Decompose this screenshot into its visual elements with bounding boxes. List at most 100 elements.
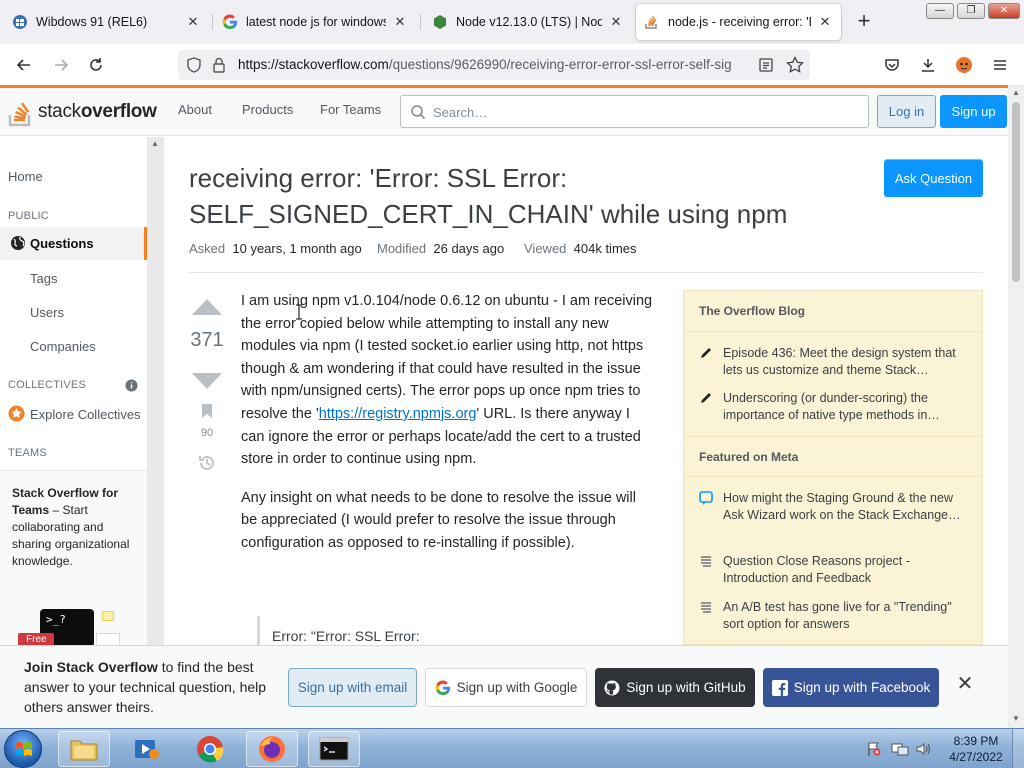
sidebar-scrollbar[interactable]: ▲	[147, 137, 164, 645]
extension-fox-icon[interactable]	[952, 53, 976, 77]
bookmark-star-icon[interactable]	[786, 55, 804, 77]
start-button[interactable]	[4, 730, 42, 768]
tray-network-icon[interactable]	[891, 741, 909, 757]
blog-item[interactable]: Episode 436: Meet the design system that…	[699, 345, 974, 379]
reader-view-icon[interactable]	[758, 57, 774, 76]
close-tab-icon[interactable]: ✕	[185, 14, 201, 30]
registry-link[interactable]: https://registry.npmjs.org	[319, 406, 477, 422]
close-tab-icon[interactable]: ✕	[392, 14, 408, 30]
tray-flag-icon[interactable]	[866, 741, 882, 757]
minimize-button[interactable]: —	[926, 3, 954, 19]
browser-tab-bar: Wibdows 91 (REL6) ✕ latest node js for w…	[0, 0, 1024, 44]
signup-email-button[interactable]: Sign up with email	[288, 668, 417, 707]
taskbar-clock[interactable]: 8:39 PM 4/27/2022	[943, 733, 1009, 765]
taskbar-media-player[interactable]	[120, 731, 172, 767]
stackoverflow-logo[interactable]: stackoverflow	[8, 96, 157, 128]
tray-volume-icon[interactable]	[915, 741, 931, 757]
taskbar-chrome[interactable]	[184, 731, 236, 767]
title-divider	[189, 272, 983, 273]
sidebar-item-users[interactable]: Users	[30, 305, 64, 320]
bookmark-icon[interactable]	[201, 403, 213, 422]
search-input[interactable]: Search…	[400, 95, 869, 128]
taskbar-explorer[interactable]	[58, 731, 110, 767]
site-header: stackoverflow About Products For Teams S…	[0, 88, 1008, 136]
search-placeholder: Search…	[433, 105, 488, 120]
meta-item[interactable]: How might the Staging Ground & the new A…	[699, 490, 974, 524]
sidebar-item-home[interactable]: Home	[8, 169, 43, 184]
asked-meta: Asked 10 years, 1 month ago	[189, 241, 362, 256]
folder-icon	[70, 740, 98, 761]
tab-wibdows[interactable]: Wibdows 91 (REL6) ✕	[4, 4, 209, 40]
stack-exchange-icon	[699, 600, 715, 616]
left-sidebar: Home PUBLIC Questions Tags Users Compani…	[0, 137, 164, 647]
forward-icon[interactable]	[49, 53, 73, 77]
windows-taskbar: 8:39 PM 4/27/2022	[0, 728, 1024, 768]
text-cursor-icon	[296, 304, 302, 320]
downvote-icon[interactable]	[190, 371, 224, 394]
sidebar-item-companies[interactable]: Companies	[30, 339, 96, 354]
url-bar[interactable]: https://stackoverflow.com/questions/9626…	[178, 50, 810, 80]
bookmark-count: 90	[200, 427, 214, 439]
firefox-icon	[259, 736, 285, 762]
banner-message: Join Stack Overflow to find the best ans…	[24, 659, 267, 715]
sidebar-widget: The Overflow Blog Episode 436: Meet the …	[683, 290, 983, 645]
ask-question-button[interactable]: Ask Question	[884, 159, 983, 197]
tab-google-search[interactable]: latest node js for windows 7 ✕	[214, 4, 416, 40]
nav-for-teams[interactable]: For Teams	[320, 102, 381, 117]
maximize-button[interactable]: ❐	[957, 3, 985, 19]
tracking-shield-icon[interactable]	[186, 57, 202, 76]
free-badge: Free	[26, 634, 47, 645]
signup-github-button[interactable]: Sign up with GitHub	[595, 668, 755, 707]
meta-item[interactable]: Question Close Reasons project - Introdu…	[699, 553, 974, 587]
history-icon[interactable]	[197, 453, 217, 476]
downloads-icon[interactable]	[916, 53, 940, 77]
close-tab-icon[interactable]: ✕	[817, 14, 833, 30]
taskbar-firefox[interactable]	[246, 731, 298, 767]
question-body: I am using npm v1.0.104/node 0.6.12 on u…	[241, 290, 653, 571]
nav-products[interactable]: Products	[242, 102, 293, 117]
globe-icon	[10, 235, 26, 254]
teams-illustration: >_? Free	[18, 607, 122, 647]
close-window-button[interactable]: ✕	[988, 3, 1020, 19]
blog-item[interactable]: Underscoring (or dunder-scoring) the imp…	[699, 390, 974, 424]
scrollbar-thumb[interactable]	[1012, 102, 1020, 282]
pocket-icon[interactable]	[880, 53, 904, 77]
back-icon[interactable]	[12, 53, 36, 77]
close-banner-icon[interactable]: ✕	[955, 674, 975, 694]
clock-date: 4/27/2022	[949, 750, 1003, 764]
sidebar-caption-teams: TEAMS	[8, 447, 47, 459]
modified-meta: Modified 26 days ago	[377, 241, 505, 256]
url-text[interactable]: https://stackoverflow.com/questions/9626…	[238, 57, 753, 72]
question-title[interactable]: receiving error: 'Error: SSL Error: SELF…	[189, 160, 819, 232]
upvote-icon[interactable]	[190, 297, 224, 320]
close-tab-icon[interactable]: ✕	[608, 14, 624, 30]
page-scrollbar[interactable]: ▲ ▼	[1008, 86, 1024, 728]
reload-icon[interactable]	[84, 53, 108, 77]
tab-nodejs[interactable]: Node v12.13.0 (LTS) | Node.js ✕	[424, 4, 632, 40]
sidebar-item-explore-collectives[interactable]: Explore Collectives	[30, 407, 141, 422]
signup-facebook-button[interactable]: Sign up with Facebook	[763, 668, 939, 707]
tab-stackoverflow-active[interactable]: node.js - receiving error: 'Error ✕	[636, 4, 841, 40]
nav-about[interactable]: About	[178, 102, 212, 117]
sidebar-item-tags[interactable]: Tags	[30, 271, 57, 286]
signup-banner: Join Stack Overflow to find the best ans…	[0, 645, 1008, 728]
post-paragraph: Any insight on what needs to be done to …	[241, 489, 636, 551]
login-button[interactable]: Log in	[877, 95, 936, 128]
taskbar-cmd[interactable]	[308, 731, 360, 767]
logo-text: stackoverflow	[38, 101, 157, 122]
stackoverflow-logo-icon	[8, 102, 31, 127]
menu-hamburger-icon[interactable]	[988, 53, 1012, 77]
modified-link[interactable]: 26 days ago	[433, 241, 504, 256]
signup-button[interactable]: Sign up	[940, 95, 1007, 128]
meta-header: Featured on Meta	[684, 436, 982, 477]
lock-icon[interactable]	[212, 57, 226, 76]
show-desktop-button[interactable]	[1012, 729, 1024, 768]
google-icon	[435, 679, 450, 695]
terminal-icon	[319, 737, 349, 761]
signup-google-button[interactable]: Sign up with Google	[425, 668, 587, 707]
meta-item[interactable]: An A/B test has gone live for a "Trendin…	[699, 599, 974, 633]
info-icon[interactable]	[125, 379, 138, 395]
pencil-icon	[699, 346, 715, 362]
sidebar-item-questions[interactable]: Questions	[0, 227, 147, 260]
new-tab-button[interactable]: +	[852, 10, 876, 34]
